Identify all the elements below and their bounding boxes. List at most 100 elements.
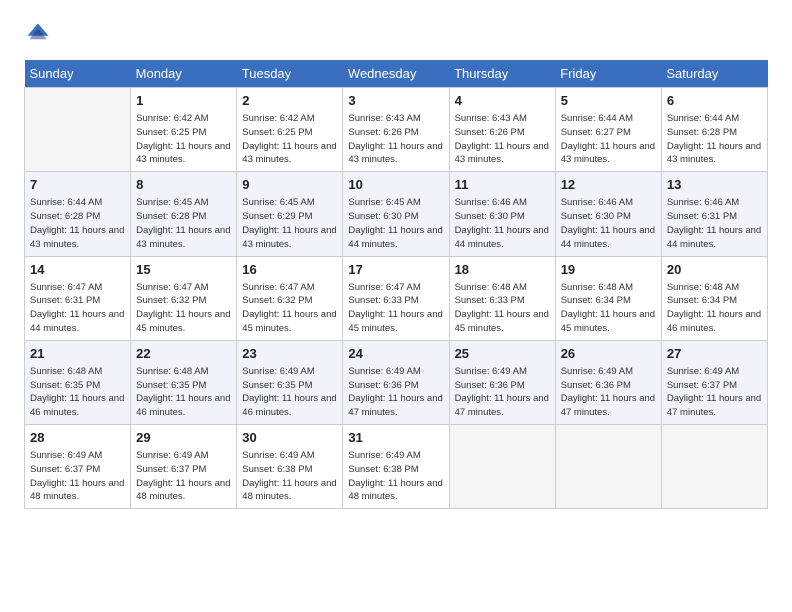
calendar-week-row: 28 Sunrise: 6:49 AMSunset: 6:37 PMDayligh… [25, 425, 768, 509]
day-info: Sunrise: 6:46 AMSunset: 6:30 PMDaylight:… [561, 196, 656, 251]
day-number: 16 [242, 261, 337, 279]
day-number: 31 [348, 429, 443, 447]
weekday-header-row: SundayMondayTuesdayWednesdayThursdayFrid… [25, 60, 768, 88]
calendar-cell [661, 425, 767, 509]
calendar-week-row: 14 Sunrise: 6:47 AMSunset: 6:31 PMDayligh… [25, 256, 768, 340]
day-info: Sunrise: 6:48 AMSunset: 6:34 PMDaylight:… [667, 281, 762, 336]
day-info: Sunrise: 6:44 AMSunset: 6:28 PMDaylight:… [667, 112, 762, 167]
calendar-cell: 25Sunrise: 6:49 AMSunset: 6:36 PMDayligh… [449, 340, 555, 424]
day-info: Sunrise: 6:47 AMSunset: 6:31 PMDaylight:… [30, 281, 125, 336]
calendar-cell: 17 Sunrise: 6:47 AMSunset: 6:33 PMDayligh… [343, 256, 449, 340]
calendar-cell: 12 Sunrise: 6:46 AMSunset: 6:30 PMDayligh… [555, 172, 661, 256]
calendar-cell: 1 Sunrise: 6:42 AMSunset: 6:25 PMDaylight… [131, 88, 237, 172]
calendar-cell: 20 Sunrise: 6:48 AMSunset: 6:34 PMDayligh… [661, 256, 767, 340]
day-info: Sunrise: 6:46 AMSunset: 6:30 PMDaylight:… [455, 196, 550, 251]
calendar-cell: 19 Sunrise: 6:48 AMSunset: 6:34 PMDayligh… [555, 256, 661, 340]
day-info: Sunrise: 6:49 AMSunset: 6:37 PMDaylight:… [667, 365, 762, 420]
day-number: 2 [242, 92, 337, 110]
day-number: 15 [136, 261, 231, 279]
day-info: Sunrise: 6:47 AMSunset: 6:33 PMDaylight:… [348, 281, 443, 336]
calendar-cell: 22 Sunrise: 6:48 AMSunset: 6:35 PMDayligh… [131, 340, 237, 424]
calendar-cell: 8 Sunrise: 6:45 AMSunset: 6:28 PMDaylight… [131, 172, 237, 256]
day-info: Sunrise: 6:42 AMSunset: 6:25 PMDaylight:… [242, 112, 337, 167]
day-info: Sunrise: 6:49 AMSunset: 6:38 PMDaylight:… [348, 449, 443, 504]
day-info: Sunrise: 6:47 AMSunset: 6:32 PMDaylight:… [136, 281, 231, 336]
day-info: Sunrise: 6:49 AMSunset: 6:37 PMDaylight:… [30, 449, 125, 504]
calendar-table: SundayMondayTuesdayWednesdayThursdayFrid… [24, 60, 768, 509]
calendar-cell: 27 Sunrise: 6:49 AMSunset: 6:37 PMDayligh… [661, 340, 767, 424]
day-info: Sunrise: 6:48 AMSunset: 6:35 PMDaylight:… [30, 365, 125, 420]
calendar-cell: 29 Sunrise: 6:49 AMSunset: 6:37 PMDayligh… [131, 425, 237, 509]
calendar-cell [555, 425, 661, 509]
day-info: Sunrise: 6:49 AMSunset: 6:35 PMDaylight:… [242, 365, 337, 420]
day-info: Sunrise: 6:49 AMSunset: 6:37 PMDaylight:… [136, 449, 231, 504]
logo [24, 20, 56, 48]
day-info: Sunrise: 6:46 AMSunset: 6:31 PMDaylight:… [667, 196, 762, 251]
day-number: 20 [667, 261, 762, 279]
calendar-cell [25, 88, 131, 172]
day-info: Sunrise: 6:43 AMSunset: 6:26 PMDaylight:… [348, 112, 443, 167]
calendar-page: SundayMondayTuesdayWednesdayThursdayFrid… [0, 0, 792, 612]
day-number: 26 [561, 345, 656, 363]
day-info: Sunrise: 6:44 AMSunset: 6:27 PMDaylight:… [561, 112, 656, 167]
day-number: 10 [348, 176, 443, 194]
day-info: Sunrise: 6:45 AMSunset: 6:28 PMDaylight:… [136, 196, 231, 251]
day-number: 11 [455, 176, 550, 194]
day-number: 14 [30, 261, 125, 279]
calendar-cell: 15 Sunrise: 6:47 AMSunset: 6:32 PMDayligh… [131, 256, 237, 340]
day-info: Sunrise: 6:48 AMSunset: 6:34 PMDaylight:… [561, 281, 656, 336]
calendar-cell: 7Sunrise: 6:44 AMSunset: 6:28 PMDaylight… [25, 172, 131, 256]
day-info: Sunrise: 6:43 AMSunset: 6:26 PMDaylight:… [455, 112, 550, 167]
calendar-cell: 18 Sunrise: 6:48 AMSunset: 6:33 PMDayligh… [449, 256, 555, 340]
weekday-header-sunday: Sunday [25, 60, 131, 88]
calendar-cell: 21Sunrise: 6:48 AMSunset: 6:35 PMDayligh… [25, 340, 131, 424]
day-info: Sunrise: 6:49 AMSunset: 6:36 PMDaylight:… [348, 365, 443, 420]
day-info: Sunrise: 6:44 AMSunset: 6:28 PMDaylight:… [30, 196, 125, 251]
day-number: 29 [136, 429, 231, 447]
calendar-cell: 9 Sunrise: 6:45 AMSunset: 6:29 PMDaylight… [237, 172, 343, 256]
calendar-cell: 2 Sunrise: 6:42 AMSunset: 6:25 PMDaylight… [237, 88, 343, 172]
day-number: 19 [561, 261, 656, 279]
day-number: 4 [455, 92, 550, 110]
day-number: 22 [136, 345, 231, 363]
day-number: 13 [667, 176, 762, 194]
day-number: 25 [455, 345, 550, 363]
calendar-cell: 10 Sunrise: 6:45 AMSunset: 6:30 PMDayligh… [343, 172, 449, 256]
day-info: Sunrise: 6:45 AMSunset: 6:30 PMDaylight:… [348, 196, 443, 251]
day-number: 9 [242, 176, 337, 194]
weekday-header-friday: Friday [555, 60, 661, 88]
day-number: 18 [455, 261, 550, 279]
calendar-cell: 28 Sunrise: 6:49 AMSunset: 6:37 PMDayligh… [25, 425, 131, 509]
day-number: 12 [561, 176, 656, 194]
calendar-cell: 13 Sunrise: 6:46 AMSunset: 6:31 PMDayligh… [661, 172, 767, 256]
calendar-cell: 30Sunrise: 6:49 AMSunset: 6:38 PMDayligh… [237, 425, 343, 509]
day-number: 17 [348, 261, 443, 279]
calendar-week-row: 1 Sunrise: 6:42 AMSunset: 6:25 PMDaylight… [25, 88, 768, 172]
logo-icon [24, 20, 52, 48]
day-number: 1 [136, 92, 231, 110]
calendar-cell: 14 Sunrise: 6:47 AMSunset: 6:31 PMDayligh… [25, 256, 131, 340]
calendar-cell: 6 Sunrise: 6:44 AMSunset: 6:28 PMDaylight… [661, 88, 767, 172]
day-info: Sunrise: 6:48 AMSunset: 6:33 PMDaylight:… [455, 281, 550, 336]
calendar-cell: 3 Sunrise: 6:43 AMSunset: 6:26 PMDaylight… [343, 88, 449, 172]
weekday-header-wednesday: Wednesday [343, 60, 449, 88]
day-info: Sunrise: 6:49 AMSunset: 6:36 PMDaylight:… [561, 365, 656, 420]
day-number: 28 [30, 429, 125, 447]
day-number: 6 [667, 92, 762, 110]
weekday-header-saturday: Saturday [661, 60, 767, 88]
day-info: Sunrise: 6:42 AMSunset: 6:25 PMDaylight:… [136, 112, 231, 167]
weekday-header-thursday: Thursday [449, 60, 555, 88]
day-number: 3 [348, 92, 443, 110]
day-info: Sunrise: 6:45 AMSunset: 6:29 PMDaylight:… [242, 196, 337, 251]
day-info: Sunrise: 6:48 AMSunset: 6:35 PMDaylight:… [136, 365, 231, 420]
header [24, 20, 768, 48]
calendar-week-row: 7Sunrise: 6:44 AMSunset: 6:28 PMDaylight… [25, 172, 768, 256]
day-number: 24 [348, 345, 443, 363]
day-number: 5 [561, 92, 656, 110]
calendar-week-row: 21Sunrise: 6:48 AMSunset: 6:35 PMDayligh… [25, 340, 768, 424]
day-info: Sunrise: 6:49 AMSunset: 6:38 PMDaylight:… [242, 449, 337, 504]
day-number: 8 [136, 176, 231, 194]
calendar-cell: 16 Sunrise: 6:47 AMSunset: 6:32 PMDayligh… [237, 256, 343, 340]
day-info: Sunrise: 6:47 AMSunset: 6:32 PMDaylight:… [242, 281, 337, 336]
day-number: 27 [667, 345, 762, 363]
